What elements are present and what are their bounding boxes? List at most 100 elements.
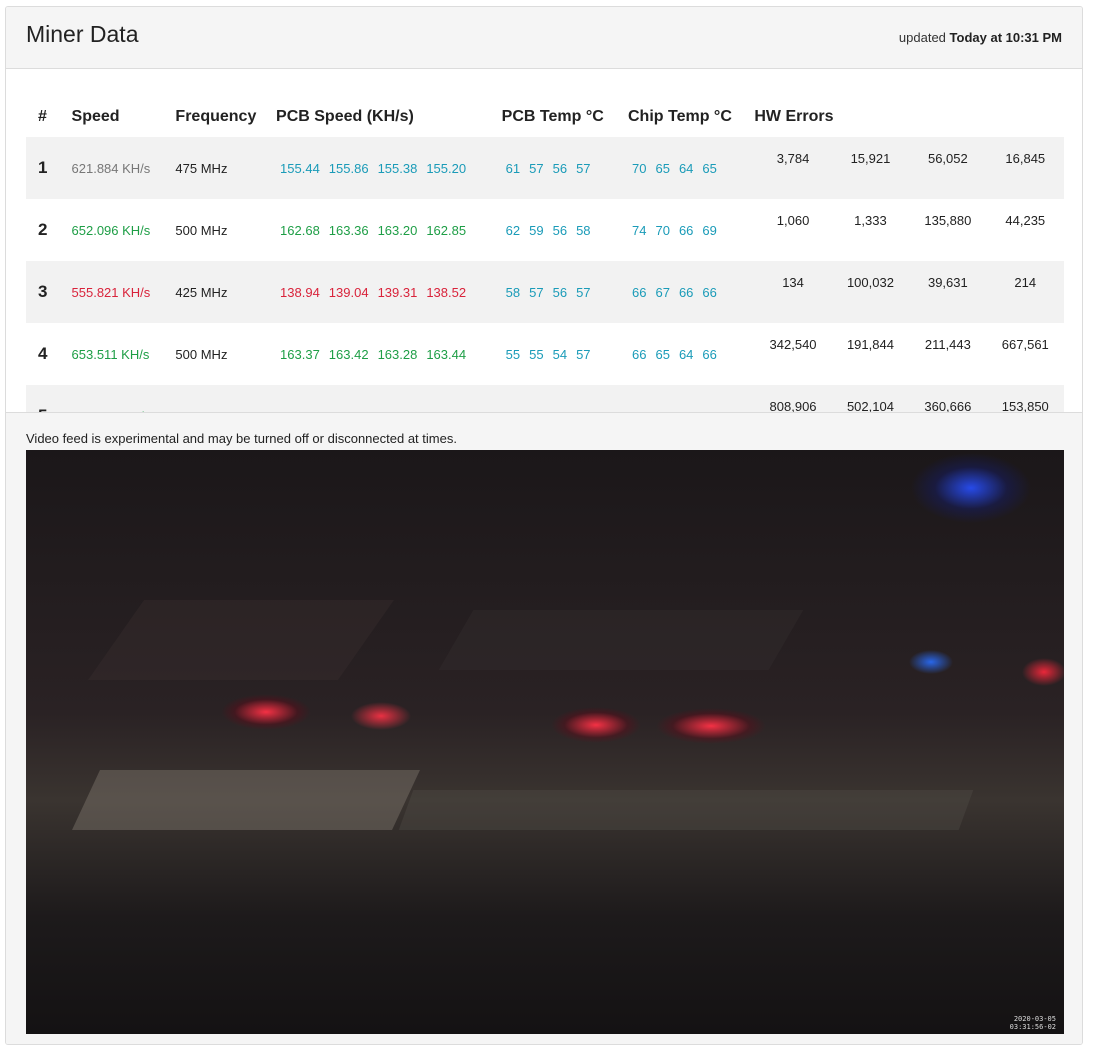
row-pcb-temp-value: 59 [529,222,544,238]
video-timestamp-time: 03:31:56-02 [1009,1023,1056,1031]
row-speed: 652.096 KH/s [71,222,151,238]
row-hw-error: 191,844 [846,337,894,352]
video-timestamp-date: 2020-03-05 [1013,1015,1056,1023]
row-pcb-speed-value: 163.36 [328,222,369,238]
col-pcb-speed: PCB Speed (KH/s) [276,108,414,125]
row-chip-temp-value: 67 [655,284,670,300]
row-frequency: 500 MHz [175,346,228,362]
row-hw-error: 44,235 [1005,213,1046,228]
row-hw-error: 667,561 [1001,337,1049,352]
row-hw-error: 135,880 [924,213,972,228]
row-chip-temp-value: 66 [632,284,647,300]
row-hw-error: 214 [1014,275,1037,290]
row-pcb-temp-value: 56 [552,284,568,300]
row-chip-temp-value: 66 [678,222,694,238]
updated-prefix: updated [898,30,946,45]
row-pcb-speed-value: 162.68 [280,222,320,238]
row-speed: 653.511 KH/s [71,346,150,362]
row-chip-temp: 74 70 66 69 [628,199,754,261]
row-chip-temp-value: 66 [702,284,717,300]
video-note: Video feed is experimental and may be tu… [26,431,457,446]
row-chip-temp-value: 66 [678,284,694,300]
row-pcb-speed-value: 139.31 [377,284,418,300]
row-pcb-temp-value: 54 [552,346,568,362]
row-pcb-temp-value: 58 [505,284,521,300]
row-chip-temp-value: 65 [655,346,670,362]
row-pcb-speed-value: 155.20 [426,160,467,176]
row-chip-temp-value: 65 [655,160,670,176]
row-pcb-temp-value: 57 [576,346,591,362]
row-pcb-speed: 155.44 155.86 155.38 155.20 [276,137,502,199]
row-chip-temp: 66 65 64 66 [628,323,754,385]
table-header-row: # Speed Frequency PCB Speed (KH/s) PCB T… [26,97,1064,137]
row-hw-error: 100,032 [846,275,894,290]
row-chip-temp-value: 70 [632,160,647,176]
video-section: Video feed is experimental and may be tu… [6,412,1082,1044]
row-hw-error: 1,060 [776,213,810,228]
row-pcb-temp: 62 59 56 58 [502,199,628,261]
row-pcb-temp-value: 55 [505,346,521,362]
row-pcb-temp-value: 57 [529,160,544,176]
col-frequency: Frequency [175,108,257,125]
video-rack-shape [438,610,804,670]
row-pcb-speed: 138.94 139.04 139.31 138.52 [276,261,502,323]
row-speed: 555.821 KH/s [71,284,151,300]
row-chip-temp-value: 70 [655,222,670,238]
row-pcb-speed-value: 163.20 [377,222,418,238]
row-chip-temp-value: 64 [678,160,694,176]
table-row: 2 652.096 KH/s 500 MHz 162.68 163.36 163.20 16… [26,199,1064,261]
video-rack-shape [398,790,974,830]
row-pcb-speed-value: 163.42 [328,346,369,362]
col-hw-errors: HW Errors [754,108,834,125]
video-rack-shape [87,600,395,680]
row-hw-error: 211,443 [924,337,971,352]
card-header: Miner Data updated Today at 10:31 PM [6,7,1082,69]
miner-table-section: # Speed Frequency PCB Speed (KH/s) PCB T… [6,69,1082,447]
row-index: 4 [38,344,48,363]
table-row: 1 621.884 KH/s 475 MHz 155.44 155.86 155.38 15… [26,137,1064,199]
col-chip-temp: Chip Temp °C [628,108,732,125]
row-pcb-speed-value: 155.38 [377,160,418,176]
row-chip-temp-value: 66 [702,346,717,362]
row-frequency: 500 MHz [175,222,228,238]
row-pcb-temp-value: 62 [505,222,521,238]
miner-table: # Speed Frequency PCB Speed (KH/s) PCB T… [26,97,1064,447]
row-pcb-speed-value: 163.44 [426,346,467,362]
row-hw-error: 342,540 [769,337,817,352]
row-pcb-speed-value: 163.28 [377,346,418,362]
row-chip-temp-value: 66 [632,346,647,362]
row-hw-error: 16,845 [1005,151,1046,166]
row-hw-error: 39,631 [927,275,968,290]
row-chip-temp-value: 69 [702,222,717,238]
row-pcb-temp-value: 57 [529,284,544,300]
row-hw-error: 56,052 [927,151,968,166]
row-index: 3 [38,282,48,301]
row-hw-error: 1,333 [854,213,887,228]
row-chip-temp-value: 64 [678,346,694,362]
updated-value: Today at 10:31 PM [949,30,1062,45]
row-speed: 621.884 KH/s [71,160,151,176]
row-pcb-temp-value: 56 [552,160,568,176]
row-pcb-speed: 163.37 163.42 163.28 163.44 [276,323,502,385]
row-pcb-temp: 61 57 56 57 [502,137,628,199]
video-rack-shape [72,770,420,830]
row-frequency: 475 MHz [175,160,228,176]
row-hw-error: 3,784 [776,151,810,166]
col-pcb-temp: PCB Temp °C [501,108,604,125]
col-speed: Speed [71,108,120,125]
row-pcb-speed-value: 155.44 [280,160,320,176]
row-pcb-speed-value: 138.94 [280,284,320,300]
row-index: 2 [38,220,48,239]
row-pcb-speed: 162.68 163.36 163.20 162.85 [276,199,502,261]
table-row: 4 653.511 KH/s 500 MHz 163.37 163.42 163.28 16… [26,323,1064,385]
updated-timestamp: updated Today at 10:31 PM [899,30,1062,45]
video-feed[interactable]: 2020-03-05 03:31:56-02 [26,450,1064,1034]
row-hw-error: 134 [782,275,804,290]
row-index: 1 [38,158,48,177]
row-pcb-speed-value: 162.85 [426,222,467,238]
video-timestamp: 2020-03-05 03:31:56-02 [1010,1015,1056,1031]
row-pcb-temp-value: 61 [505,160,521,176]
row-pcb-temp-value: 58 [576,222,591,238]
row-pcb-temp-value: 55 [529,346,544,362]
col-index: # [38,108,47,125]
